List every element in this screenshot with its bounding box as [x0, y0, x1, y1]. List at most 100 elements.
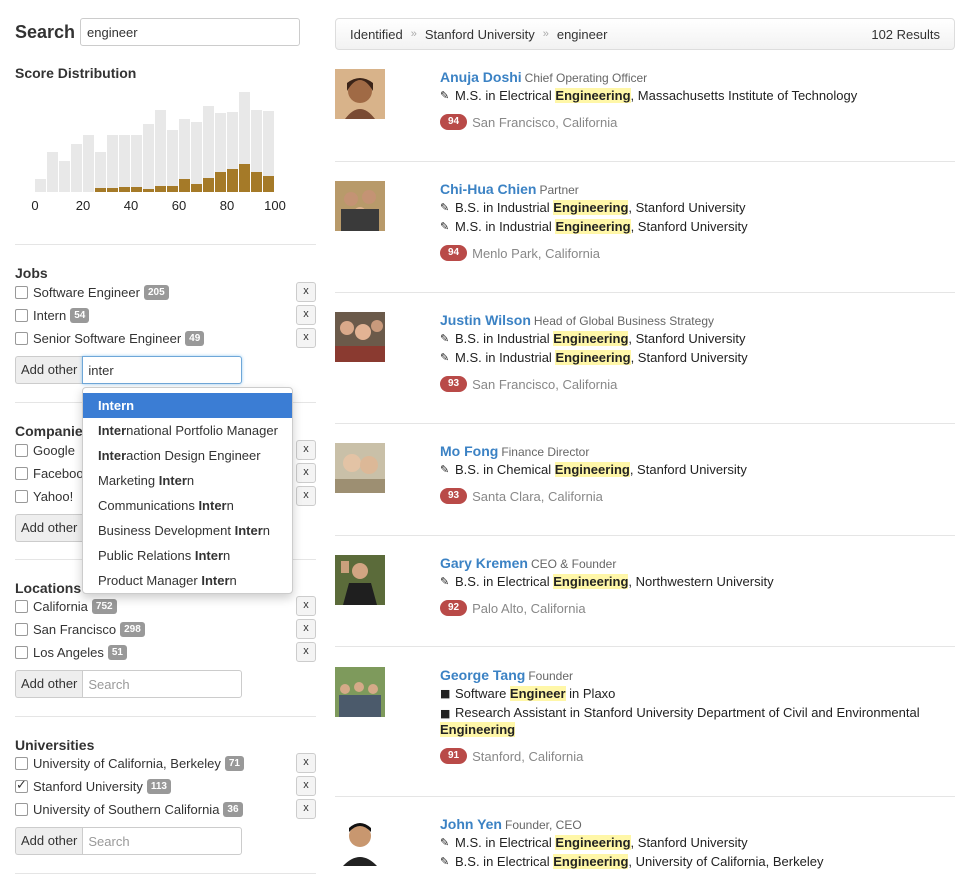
filter-label[interactable]: Google — [33, 443, 75, 458]
histogram-bar — [203, 106, 214, 192]
remove-button[interactable]: x — [296, 282, 316, 302]
person-name[interactable]: Mo Fong — [440, 443, 498, 459]
histogram-bar-match — [227, 169, 238, 192]
histogram-bar-match — [191, 184, 202, 192]
filter-label[interactable]: Yahoo! — [33, 489, 73, 504]
education-line: ✎ B.S. in Electrical Engineering, Northwe… — [440, 574, 774, 589]
checkbox[interactable] — [15, 443, 28, 457]
person-name[interactable]: Anuja Doshi — [440, 69, 522, 85]
briefcase-icon: ■ — [440, 707, 451, 720]
avatar[interactable] — [335, 69, 385, 119]
person-title: Finance Director — [501, 445, 590, 459]
pencil-icon: ✎ — [440, 201, 450, 214]
breadcrumb-item[interactable]: Stanford University — [425, 27, 535, 42]
histogram-tick: 40 — [123, 198, 139, 213]
pencil-icon: ✎ — [440, 351, 450, 364]
remove-button[interactable]: x — [296, 463, 316, 483]
jobs-add-input[interactable] — [82, 356, 243, 384]
histogram-bar-match — [167, 186, 178, 192]
breadcrumb-item[interactable]: engineer — [557, 27, 608, 42]
breadcrumb-item[interactable]: Identified — [350, 27, 403, 42]
score-badge: 94 — [440, 114, 468, 130]
avatar[interactable] — [335, 816, 385, 866]
histogram-bar-match — [95, 188, 106, 192]
search-input[interactable] — [80, 18, 300, 46]
checkbox[interactable] — [15, 489, 28, 503]
person-name[interactable]: Justin Wilson — [440, 312, 531, 328]
result-body: Chi-Hua Chien Partner ✎ B.S. in Industrial… — [440, 181, 940, 261]
remove-button[interactable]: x — [296, 440, 316, 460]
avatar[interactable] — [335, 443, 385, 493]
add-other-label: Add other — [15, 514, 83, 542]
remove-button[interactable]: x — [296, 799, 316, 819]
filter-job-intern: Intern 54 x — [15, 305, 316, 325]
remove-button[interactable]: x — [296, 753, 316, 773]
count-badge: 298 — [120, 621, 145, 637]
histogram-bar-match — [251, 172, 262, 192]
experience-line: ■ Research Assistant in Stanford Universi… — [440, 705, 920, 737]
filter-university-berkeley: University of California, Berkeley 71 x — [15, 753, 316, 773]
universities-add-input[interactable] — [82, 827, 243, 855]
score-badge: 94 — [440, 245, 468, 261]
filter-label[interactable]: Software Engineer — [33, 285, 140, 300]
remove-button[interactable]: x — [296, 596, 316, 616]
location-row: 94 Menlo Park, California — [440, 245, 940, 261]
person-title: Chief Operating Officer — [524, 71, 648, 85]
result-body: Gary Kremen CEO & Founder ✎ B.S. in Electr… — [440, 555, 940, 616]
checkbox[interactable] — [15, 756, 28, 770]
avatar[interactable] — [335, 312, 385, 362]
score-badge: 93 — [440, 488, 468, 504]
suggestion-item[interactable]: Business Development Intern — [83, 518, 292, 543]
filter-label[interactable]: Los Angeles — [33, 645, 104, 660]
filter-label[interactable]: University of California, Berkeley — [33, 756, 221, 771]
suggestion-item[interactable]: Intern — [83, 393, 292, 418]
filter-location-los-angeles: Los Angeles 51 x — [15, 642, 316, 662]
remove-button[interactable]: x — [296, 619, 316, 639]
checkbox[interactable] — [15, 466, 28, 480]
remove-button[interactable]: x — [296, 328, 316, 348]
suggestion-item[interactable]: Interaction Design Engineer — [83, 443, 292, 468]
avatar[interactable] — [335, 555, 385, 605]
person-title: Founder, CEO — [504, 818, 582, 832]
remove-button[interactable]: x — [296, 305, 316, 325]
locations-add-other: Add other — [15, 670, 243, 698]
suggestion-item[interactable]: Marketing Intern — [83, 468, 292, 493]
histogram-bar-match — [179, 179, 190, 192]
locations-title: Locations — [15, 580, 82, 596]
histogram-bar — [239, 92, 250, 192]
filter-job-software-engineer: Software Engineer 205 x — [15, 282, 316, 302]
filter-label[interactable]: University of Southern California — [33, 802, 219, 817]
remove-button[interactable]: x — [296, 486, 316, 506]
filter-label[interactable]: Intern — [33, 308, 66, 323]
checkbox[interactable] — [15, 622, 28, 636]
suggestion-item[interactable]: International Portfolio Manager — [83, 418, 292, 443]
checkbox[interactable] — [15, 331, 28, 345]
remove-button[interactable]: x — [296, 776, 316, 796]
checkbox[interactable] — [15, 802, 28, 816]
avatar[interactable] — [335, 667, 385, 717]
person-name[interactable]: George Tang — [440, 667, 525, 683]
remove-button[interactable]: x — [296, 642, 316, 662]
add-other-label: Add other — [15, 356, 83, 384]
locations-add-input[interactable] — [82, 670, 243, 698]
checkbox[interactable] — [15, 285, 28, 299]
avatar[interactable] — [335, 181, 385, 231]
suggestion-item[interactable]: Public Relations Intern — [83, 543, 292, 568]
person-name[interactable]: Chi-Hua Chien — [440, 181, 536, 197]
suggestion-item[interactable]: Communications Intern — [83, 493, 292, 518]
filter-label[interactable]: California — [33, 599, 88, 614]
location-text: San Francisco, California — [472, 376, 618, 392]
histogram-bar — [47, 152, 58, 192]
checkbox[interactable] — [15, 599, 28, 613]
checkbox[interactable] — [15, 645, 28, 659]
checkbox-checked[interactable] — [15, 778, 28, 793]
person-name[interactable]: Gary Kremen — [440, 555, 528, 571]
divider — [335, 292, 955, 293]
suggestion-item[interactable]: Product Manager Intern — [83, 568, 292, 593]
filter-label[interactable]: Senior Software Engineer — [33, 331, 181, 346]
checkbox[interactable] — [15, 308, 28, 322]
location-row: 91 Stanford, California — [440, 748, 940, 764]
filter-label[interactable]: San Francisco — [33, 622, 116, 637]
person-name[interactable]: John Yen — [440, 816, 502, 832]
filter-label[interactable]: Stanford University — [33, 779, 143, 794]
